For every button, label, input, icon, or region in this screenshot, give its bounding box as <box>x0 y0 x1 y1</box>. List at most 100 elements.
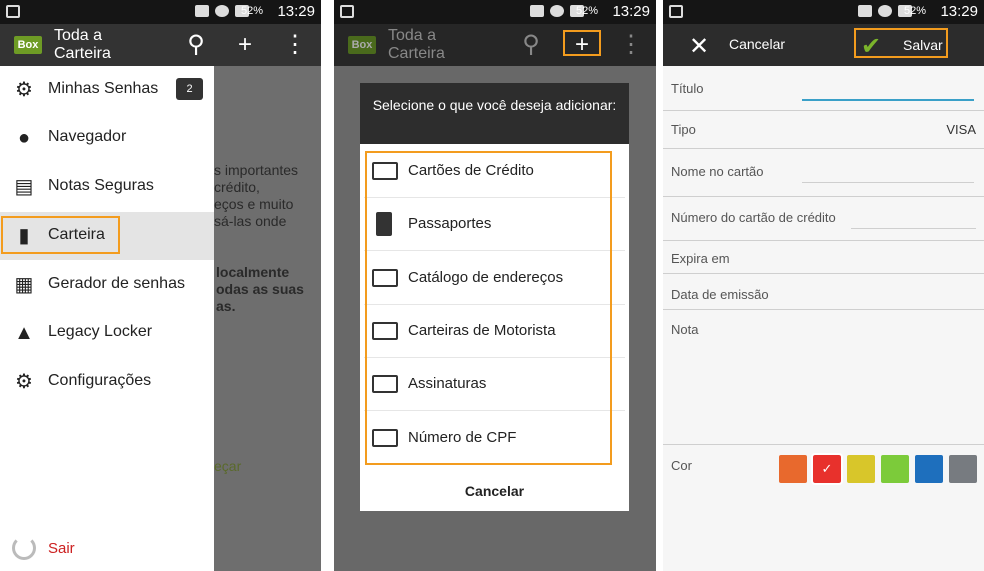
search-icon[interactable]: ⚲ <box>183 32 209 58</box>
background-text-1: s importantes crédito, eços e muito sá-l… <box>214 162 298 230</box>
text-line: odas as suas <box>216 281 304 297</box>
overflow-menu-icon[interactable]: ⋮ <box>618 32 644 58</box>
app-bar: Box Toda a Carteira ⚲ + ⋮ <box>0 24 321 66</box>
check-icon: ✓ <box>821 461 833 476</box>
color-swatch-orange[interactable] <box>779 455 807 483</box>
power-icon <box>12 536 36 560</box>
field-label-type: Tipo <box>671 122 696 137</box>
color-swatch-gray[interactable] <box>949 455 977 483</box>
note-input[interactable] <box>663 444 984 445</box>
notification-icon <box>340 5 354 18</box>
count-badge: 2 <box>176 78 203 100</box>
add-icon[interactable]: + <box>232 32 258 58</box>
battery-level: 52% <box>575 5 598 17</box>
drawer-item-label: Navegador <box>48 128 127 145</box>
mute-icon <box>530 5 544 17</box>
field-label-card-number: Número do cartão de crédito <box>671 210 836 225</box>
notification-icon <box>6 5 20 18</box>
divider <box>663 240 984 241</box>
drawer-item-label: Notas Seguras <box>48 177 154 194</box>
highlight-box <box>854 28 948 58</box>
mute-icon <box>195 5 209 17</box>
highlight-box <box>1 216 120 254</box>
highlight-box <box>563 30 601 56</box>
issue-date-input[interactable] <box>663 309 984 310</box>
background-link: eçar <box>214 458 242 474</box>
app-logo[interactable]: Box <box>14 36 42 54</box>
drawer-item-navegador[interactable]: ● Navegador <box>0 114 214 162</box>
drawer-item-gerador-de-senhas[interactable]: ▦ Gerador de senhas <box>0 261 214 309</box>
name-on-card-input[interactable] <box>802 182 974 183</box>
password-generator-icon: ▦ <box>14 274 34 296</box>
app-title: Toda a Carteira <box>54 27 111 62</box>
card-number-input[interactable] <box>851 228 976 229</box>
app-title: Toda a Carteira <box>388 27 445 62</box>
status-bar: 52% 13:29 <box>663 0 984 24</box>
dialog-heading: Selecione o que você deseja adicionar: <box>360 83 629 144</box>
text-line: eços e muito <box>214 196 294 212</box>
drawer-item-notas-seguras[interactable]: ▤ Notas Seguras <box>0 163 214 211</box>
add-item-dialog: Selecione o que você deseja adicionar: C… <box>360 83 629 511</box>
search-icon[interactable]: ⚲ <box>518 32 544 58</box>
tree-icon: ▲ <box>14 322 34 344</box>
screen-drawer: 52% 13:29 Box Toda a Carteira ⚲ + ⋮ s im… <box>0 0 321 571</box>
gear-icon: ⚙ <box>15 371 33 393</box>
key-icon: ⚙ <box>15 79 33 101</box>
battery-level: 52% <box>240 5 263 17</box>
drawer-item-label: Gerador de senhas <box>48 275 185 292</box>
highlight-box <box>365 151 612 465</box>
text-line: as. <box>216 298 236 314</box>
status-bar: 52% 13:29 <box>334 0 656 24</box>
navigation-drawer: ⚙ Minhas Senhas 2 ● Navegador ▤ Notas Se… <box>0 66 214 571</box>
note-icon: ▤ <box>14 176 34 198</box>
alarm-icon <box>550 5 564 17</box>
logout-label: Sair <box>48 540 75 557</box>
drawer-item-label: Configurações <box>48 372 152 389</box>
clock: 13:29 <box>612 3 650 20</box>
text-line: sá-las onde <box>214 213 287 229</box>
type-value[interactable]: VISA <box>946 122 976 137</box>
mute-icon <box>858 5 872 17</box>
drawer-item-configuracoes[interactable]: ⚙ Configurações <box>0 358 214 406</box>
app-bar: Box Toda a Carteira ⚲ + ⋮ <box>334 24 656 66</box>
text-line: s importantes <box>214 162 299 178</box>
field-label-title: Título <box>671 81 704 96</box>
clock: 13:29 <box>277 3 315 20</box>
field-label-note: Nota <box>671 322 699 337</box>
alarm-icon <box>215 5 229 17</box>
drawer-item-minhas-senhas[interactable]: ⚙ Minhas Senhas 2 <box>0 66 214 114</box>
divider <box>663 110 984 111</box>
background-text-2: localmente odas as suas as. <box>216 264 304 315</box>
overflow-menu-icon[interactable]: ⋮ <box>282 32 308 58</box>
alarm-icon <box>878 5 892 17</box>
globe-icon: ● <box>17 127 31 149</box>
color-swatch-blue[interactable] <box>915 455 943 483</box>
logout-button[interactable]: Sair <box>10 534 210 564</box>
color-swatch-red[interactable]: ✓ <box>811 453 843 485</box>
divider <box>663 196 984 197</box>
cancel-button[interactable]: Cancelar <box>360 483 629 499</box>
expires-input[interactable] <box>663 273 984 274</box>
drawer-item-legacy-locker[interactable]: ▲ Legacy Locker <box>0 309 214 357</box>
color-swatch-yellow[interactable] <box>847 455 875 483</box>
field-label-color: Cor <box>671 458 692 473</box>
field-label-name-on-card: Nome no cartão <box>671 164 764 179</box>
text-line: localmente <box>216 264 290 280</box>
text-line: crédito, <box>214 179 260 195</box>
field-label-issue-date: Data de emissão <box>671 287 769 302</box>
color-swatch-green[interactable] <box>881 455 909 483</box>
battery-level: 52% <box>903 5 926 17</box>
app-logo[interactable]: Box <box>348 36 376 54</box>
status-bar: 52% 13:29 <box>0 0 321 24</box>
cancel-button[interactable]: Cancelar <box>729 36 785 52</box>
clock: 13:29 <box>940 3 978 20</box>
screen-card-form: 52% 13:29 ✕ Cancelar ✔ Salvar Título Tip… <box>663 0 984 571</box>
title-input[interactable] <box>802 99 974 101</box>
drawer-item-label: Legacy Locker <box>48 323 153 340</box>
close-icon[interactable]: ✕ <box>689 32 709 61</box>
divider <box>663 148 984 149</box>
field-label-expires: Expira em <box>671 251 730 266</box>
screen-add-dialog: 52% 13:29 Box Toda a Carteira ⚲ + ⋮ Sele… <box>334 0 656 571</box>
form-action-bar: ✕ Cancelar ✔ Salvar <box>663 24 984 66</box>
notification-icon <box>669 5 683 18</box>
